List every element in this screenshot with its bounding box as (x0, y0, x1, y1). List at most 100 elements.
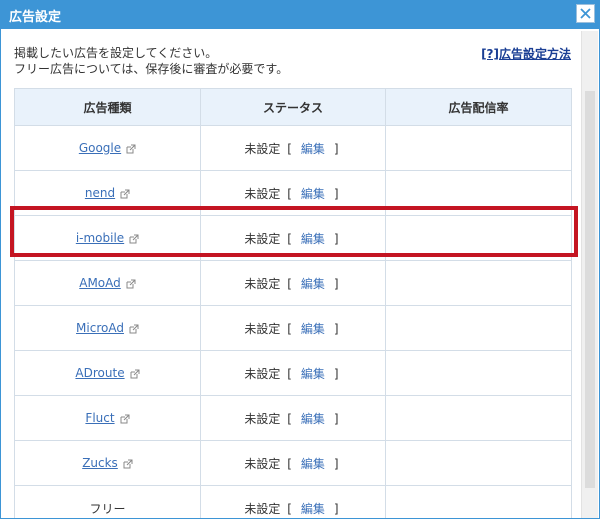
edit-link[interactable]: 編集 (301, 412, 325, 426)
external-link-icon (129, 324, 139, 333)
status-text: 未設定 (244, 141, 281, 156)
scrollbar[interactable] (581, 31, 598, 518)
bracket-open: [ (287, 411, 292, 426)
bracket-close: ] (333, 186, 339, 201)
provider-link-i-mobile[interactable]: i-mobile (76, 231, 124, 245)
provider-link-fluct[interactable]: Fluct (85, 411, 114, 425)
status-text: 未設定 (244, 411, 281, 426)
rate-cell (385, 260, 572, 306)
provider-link-google[interactable]: Google (79, 141, 121, 155)
status-text: 未設定 (244, 501, 281, 516)
header-status: ステータス (200, 88, 386, 126)
table-row: nend 未設定 [ 編集] (14, 170, 572, 216)
provider-cell: MicroAd (14, 305, 201, 351)
table-row: フリー 未設定 [ 編集] (14, 485, 572, 518)
scrollbar-thumb[interactable] (585, 91, 595, 488)
external-link-icon (129, 234, 139, 243)
status-cell: 未設定 [ 編集] (200, 440, 386, 486)
dialog-titlebar: 広告設定 (1, 0, 599, 29)
status-cell: 未設定 [ 編集] (200, 350, 386, 396)
table-row: AMoAd 未設定 [編集] (14, 260, 572, 306)
provider-cell: ADroute (14, 350, 201, 396)
bracket-open: [ (287, 456, 292, 471)
help-link[interactable]: [?]広告設定方法 (481, 45, 571, 62)
bracket-open: [ (287, 501, 292, 516)
bracket-open: [ (287, 186, 292, 201)
rate-cell (385, 125, 572, 171)
close-button[interactable] (576, 4, 595, 23)
rate-cell (385, 215, 572, 261)
status-text: 未設定 (244, 231, 281, 246)
bracket-close: ] (333, 276, 339, 291)
provider-cell: AMoAd (14, 260, 201, 306)
status-text: 未設定 (244, 321, 281, 336)
status-text: 未設定 (244, 366, 281, 381)
external-link-icon (120, 189, 130, 198)
rate-cell (385, 395, 572, 441)
status-cell: 未設定 [ 編集] (200, 305, 386, 351)
external-link-icon (123, 459, 133, 468)
header-ad-type: 広告種類 (14, 88, 201, 126)
header-delivery-rate: 広告配信率 (385, 88, 572, 126)
edit-link[interactable]: 編集 (301, 502, 325, 516)
table-row: MicroAd 未設定 [ 編集] (14, 305, 572, 351)
edit-link[interactable]: 編集 (301, 187, 325, 201)
bracket-close: ] (333, 366, 339, 381)
provider-link-adroute[interactable]: ADroute (75, 366, 124, 380)
bracket-close: ] (333, 231, 339, 246)
edit-link[interactable]: 編集 (301, 142, 325, 156)
external-link-icon (126, 144, 136, 153)
provider-link-amoad[interactable]: AMoAd (79, 276, 121, 290)
bracket-open: [ (287, 366, 292, 381)
close-icon (580, 8, 591, 19)
intro-line-1: 掲載したい広告を設定してください。 (14, 46, 218, 60)
status-cell: 未設定 [ 編集] (200, 485, 386, 518)
provider-link-nend[interactable]: nend (85, 186, 115, 200)
provider-link-zucks[interactable]: Zucks (82, 456, 118, 470)
edit-link[interactable]: 編集 (301, 367, 325, 381)
bracket-open: [ (287, 231, 292, 246)
bracket-close: ] (333, 456, 339, 471)
table-row: Google 未設定 [ 編集] (14, 125, 572, 171)
edit-link[interactable]: 編集 (301, 232, 325, 246)
table-row: Zucks 未設定 [ 編集] (14, 440, 572, 486)
dialog-title: 広告設定 (9, 10, 62, 25)
edit-link[interactable]: 編集 (301, 277, 325, 291)
bracket-close: ] (333, 321, 339, 336)
provider-cell: フリー (14, 485, 201, 518)
status-text: 未設定 (244, 456, 281, 471)
bracket-open: [ (287, 276, 292, 291)
edit-link[interactable]: 編集 (301, 457, 325, 471)
status-text: 未設定 (244, 186, 281, 201)
rate-cell (385, 350, 572, 396)
bracket-open: [ (287, 141, 292, 156)
bracket-open: [ (287, 321, 292, 336)
table-row: Fluct 未設定 [ 編集] (14, 395, 572, 441)
provider-cell: Zucks (14, 440, 201, 486)
provider-cell: i-mobile (14, 215, 201, 261)
provider-cell: Google (14, 125, 201, 171)
table-row: i-mobile 未設定 [ 編集] (14, 215, 572, 261)
external-link-icon (120, 414, 130, 423)
ad-table: 広告種類 ステータス 広告配信率 Google 未設定 [ 編集] nend 未設… (14, 88, 572, 518)
rate-cell (385, 170, 572, 216)
status-cell: 未設定 [ 編集] (200, 215, 386, 261)
ad-settings-dialog: 広告設定 掲載したい広告を設定してください。 フリー広告については、保存後に審査… (0, 0, 600, 519)
rate-cell (385, 305, 572, 351)
bracket-close: ] (333, 141, 339, 156)
rate-cell (385, 485, 572, 518)
provider-label-free: フリー (89, 501, 126, 516)
bracket-close: ] (333, 501, 339, 516)
edit-link[interactable]: 編集 (301, 322, 325, 336)
external-link-icon (130, 369, 140, 378)
status-cell: 未設定 [ 編集] (200, 125, 386, 171)
provider-cell: nend (14, 170, 201, 216)
status-cell: 未設定 [ 編集] (200, 170, 386, 216)
bracket-close: ] (333, 411, 339, 426)
provider-link-microad[interactable]: MicroAd (76, 321, 124, 335)
status-cell: 未設定 [編集] (200, 260, 386, 306)
provider-cell: Fluct (14, 395, 201, 441)
external-link-icon (126, 279, 136, 288)
intro-line-2: フリー広告については、保存後に審査が必要です。 (14, 62, 289, 76)
status-cell: 未設定 [ 編集] (200, 395, 386, 441)
